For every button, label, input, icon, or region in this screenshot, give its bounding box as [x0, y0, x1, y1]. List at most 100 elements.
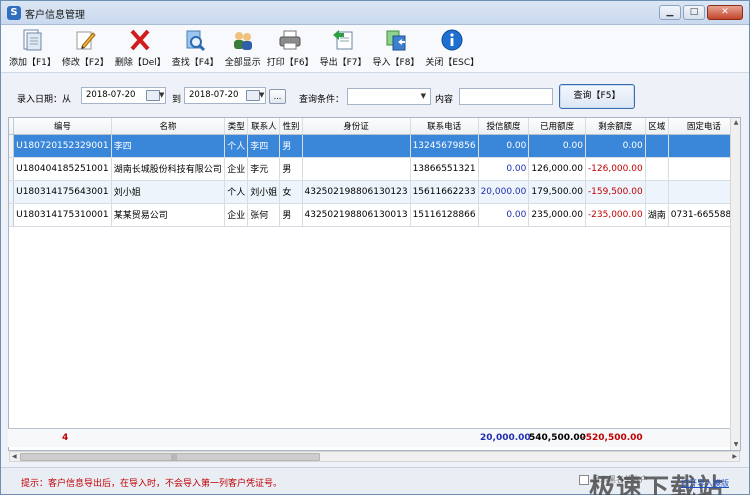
window-controls: ▁ □ ✕ [659, 5, 743, 20]
find-button[interactable]: 查找【F4】 [172, 25, 219, 71]
table-cell: 0.00 [478, 203, 530, 227]
print-button[interactable]: 打印【F6】 [267, 25, 314, 71]
print-button-label: 打印【F6】 [266, 58, 314, 68]
table-row[interactable]: U180314175310001 某某贸易公司 企业 张何 男 43250219… [9, 203, 740, 227]
table-cell: 126,000.00 [528, 157, 586, 181]
close-button[interactable]: 关闭【ESC】 [425, 25, 479, 71]
export-button-label: 导出【F7】 [319, 58, 367, 68]
hint-text: 提示：客户信息导出后，在导入时，不会导入第一列客户凭证号。 [21, 479, 283, 489]
calendar-icon[interactable] [246, 90, 260, 101]
chevron-down-icon[interactable]: ▼ [159, 91, 164, 99]
table-cell: U180404185251001 [13, 157, 112, 181]
minimize-button[interactable]: ▁ [659, 5, 681, 20]
table-cell [645, 157, 669, 181]
chevron-down-icon[interactable]: ▼ [259, 91, 264, 99]
table-cell: 0731-6655886 [668, 203, 740, 227]
import-button[interactable]: 导入【F8】 [373, 25, 419, 71]
add-button[interactable]: 添加【F1】 [9, 25, 56, 71]
table-cell: 15116128866 [410, 203, 479, 227]
import-icon [383, 28, 409, 52]
horizontal-scrollbar[interactable]: ◀ ||| ▶ [9, 451, 740, 462]
delete-button-label: 删除【Del】 [114, 58, 166, 68]
table-header-row: 编号 名称 类型 联系人 性别 身份证 联系电话 授信额度 已用额度 剩余额度 … [9, 118, 740, 135]
column-header[interactable]: 编号 [13, 118, 112, 135]
date-to-label: 到 [172, 95, 182, 105]
customer-table[interactable]: 编号 名称 类型 联系人 性别 身份证 联系电话 授信额度 已用额度 剩余额度 … [8, 117, 741, 451]
table-cell: 15611662233 [410, 180, 479, 204]
toolbar: 添加【F1】 修改【F2】 删除【Del】 查找【F4】 全部显示 打印【F6】… [1, 25, 749, 73]
remaining-total: -520,500.00 [582, 433, 643, 443]
scroll-down-icon[interactable]: ▼ [731, 440, 740, 450]
content-label: 内容 [435, 95, 454, 105]
table-cell [668, 134, 740, 158]
column-header[interactable]: 联系电话 [410, 118, 479, 135]
scrollbar-thumb[interactable]: ||| [20, 453, 320, 461]
column-header[interactable]: 身份证 [302, 118, 411, 135]
table-cell: 0.00 [478, 157, 530, 181]
table-cell: 刘小姐 [247, 180, 281, 204]
table-cell [302, 134, 411, 158]
maximize-button[interactable]: □ [683, 5, 705, 20]
table-cell: 刘小姐 [111, 180, 226, 204]
show-all-button[interactable]: 全部显示 [225, 25, 261, 71]
edit-button[interactable]: 修改【F2】 [62, 25, 109, 71]
calendar-icon[interactable] [146, 90, 160, 101]
more-options-button[interactable]: ... [269, 89, 286, 104]
checkbox[interactable] [579, 474, 589, 485]
table-cell: 432502198806130123 [302, 180, 411, 204]
close-window-button[interactable]: ✕ [707, 5, 743, 20]
pencil-edit-icon [72, 28, 98, 52]
table-cell: 企业 [224, 157, 249, 181]
title-bar: S 客户信息管理 ▁ □ ✕ [1, 1, 749, 25]
data-table: 编号 名称 类型 联系人 性别 身份证 联系电话 授信额度 已用额度 剩余额度 … [9, 118, 740, 227]
export-button[interactable]: 导出【F7】 [320, 25, 367, 71]
table-cell: 20,000.00 [478, 180, 530, 204]
column-header[interactable]: 区域 [645, 118, 669, 135]
vertical-scrollbar[interactable]: ▲ ▼ [730, 118, 740, 450]
search-find-icon [182, 28, 208, 52]
table-summary-row: 4 20,000.00 540,500.00 -520,500.00 [8, 428, 730, 447]
column-header[interactable]: 授信额度 [478, 118, 530, 135]
column-header[interactable]: 剩余额度 [585, 118, 646, 135]
column-header[interactable]: 固定电话 [668, 118, 740, 135]
table-cell: -159,500.00 [585, 180, 646, 204]
table-cell: U180314175310001 [13, 203, 112, 227]
table-cell [668, 157, 740, 181]
main-window: S 客户信息管理 ▁ □ ✕ 添加【F1】 修改【F2】 删除【Del】 查找【… [0, 0, 750, 495]
table-cell: 湖南长城股份科技有限公司 [111, 157, 226, 181]
table-cell: 0.00 [585, 134, 646, 158]
table-cell: 湖南 [645, 203, 669, 227]
content-input[interactable] [459, 88, 553, 105]
query-button[interactable]: 查询【F5】 [559, 84, 635, 109]
delete-button[interactable]: 删除【Del】 [115, 25, 166, 71]
condition-label: 查询条件： [299, 95, 345, 105]
table-cell: 个人 [224, 134, 249, 158]
close-button-label: 关闭【ESC】 [425, 58, 480, 68]
table-cell: 企业 [224, 203, 249, 227]
edit-button-label: 修改【F2】 [61, 58, 109, 68]
date-from-label: 录入日期：从 [17, 95, 72, 105]
table-cell [668, 180, 740, 204]
scroll-left-icon[interactable]: ◀ [12, 452, 17, 461]
table-cell: 李四 [247, 134, 281, 158]
table-row[interactable]: U180404185251001 湖南长城股份科技有限公司 企业 李元 男 13… [9, 157, 740, 181]
red-x-delete-icon [127, 28, 153, 52]
app-logo-icon: S [7, 6, 21, 20]
column-header[interactable]: 性别 [279, 118, 303, 135]
scroll-up-icon[interactable]: ▲ [731, 118, 740, 128]
show-all-button-label: 全部显示 [224, 58, 261, 68]
import-template-link[interactable]: 打开导入模版 [681, 478, 729, 489]
column-header[interactable]: 类型 [224, 118, 249, 135]
scroll-right-icon[interactable]: ▶ [732, 452, 737, 461]
table-cell: 女 [279, 180, 303, 204]
column-header[interactable]: 已用额度 [528, 118, 586, 135]
table-row[interactable]: U180720152329001 李四 个人 李四 男 13245679856 … [9, 134, 740, 158]
add-button-label: 添加【F1】 [9, 58, 56, 68]
table-cell: 432502198806130013 [302, 203, 411, 227]
table-cell: 235,000.00 [528, 203, 586, 227]
column-header[interactable]: 联系人 [247, 118, 281, 135]
table-row[interactable]: U180314175643001 刘小姐 个人 刘小姐 女 4325021988… [9, 180, 740, 204]
column-header[interactable]: 名称 [111, 118, 226, 135]
condition-select[interactable]: ▼ [347, 88, 431, 105]
grip-icon: ||| [171, 454, 178, 461]
